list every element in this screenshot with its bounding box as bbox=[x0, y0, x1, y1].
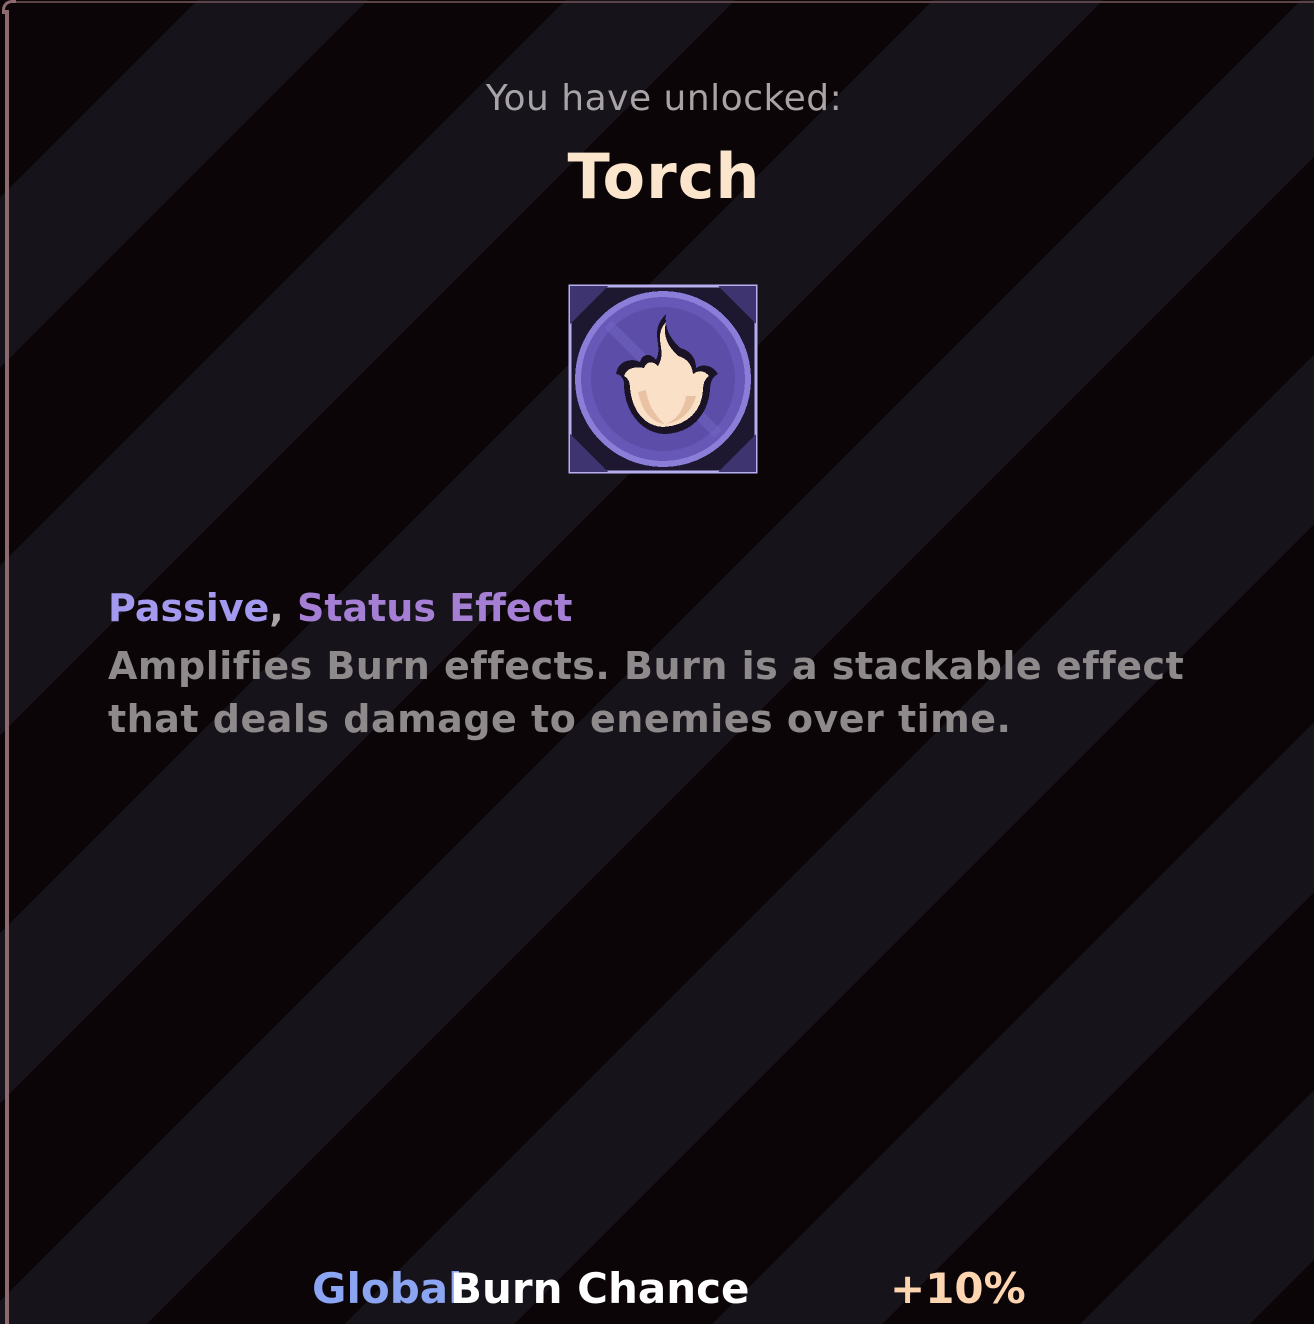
stat-row: Global Burn Chance +10% bbox=[312, 1264, 1026, 1316]
item-tags: Passive, Status Effect bbox=[108, 586, 572, 630]
unlock-panel: You have unlocked: Torch Passive, Status… bbox=[0, 0, 1314, 1324]
stat-name: Burn Chance bbox=[450, 1264, 750, 1313]
stat-scope: Global bbox=[312, 1264, 463, 1313]
panel-frame-corner bbox=[2, 0, 16, 14]
panel-frame-top bbox=[16, 1, 1314, 3]
tag-passive: Passive bbox=[108, 586, 270, 630]
item-title: Torch bbox=[567, 140, 761, 213]
item-description: Amplifies Burn effects. Burn is a stacka… bbox=[108, 644, 1185, 741]
unlocked-label: You have unlocked: bbox=[485, 78, 843, 119]
flame-icon bbox=[568, 284, 758, 474]
tag-status-effect: Status Effect bbox=[296, 586, 573, 630]
tag-separator: , bbox=[269, 586, 284, 630]
stat-value: +10% bbox=[890, 1264, 1026, 1313]
